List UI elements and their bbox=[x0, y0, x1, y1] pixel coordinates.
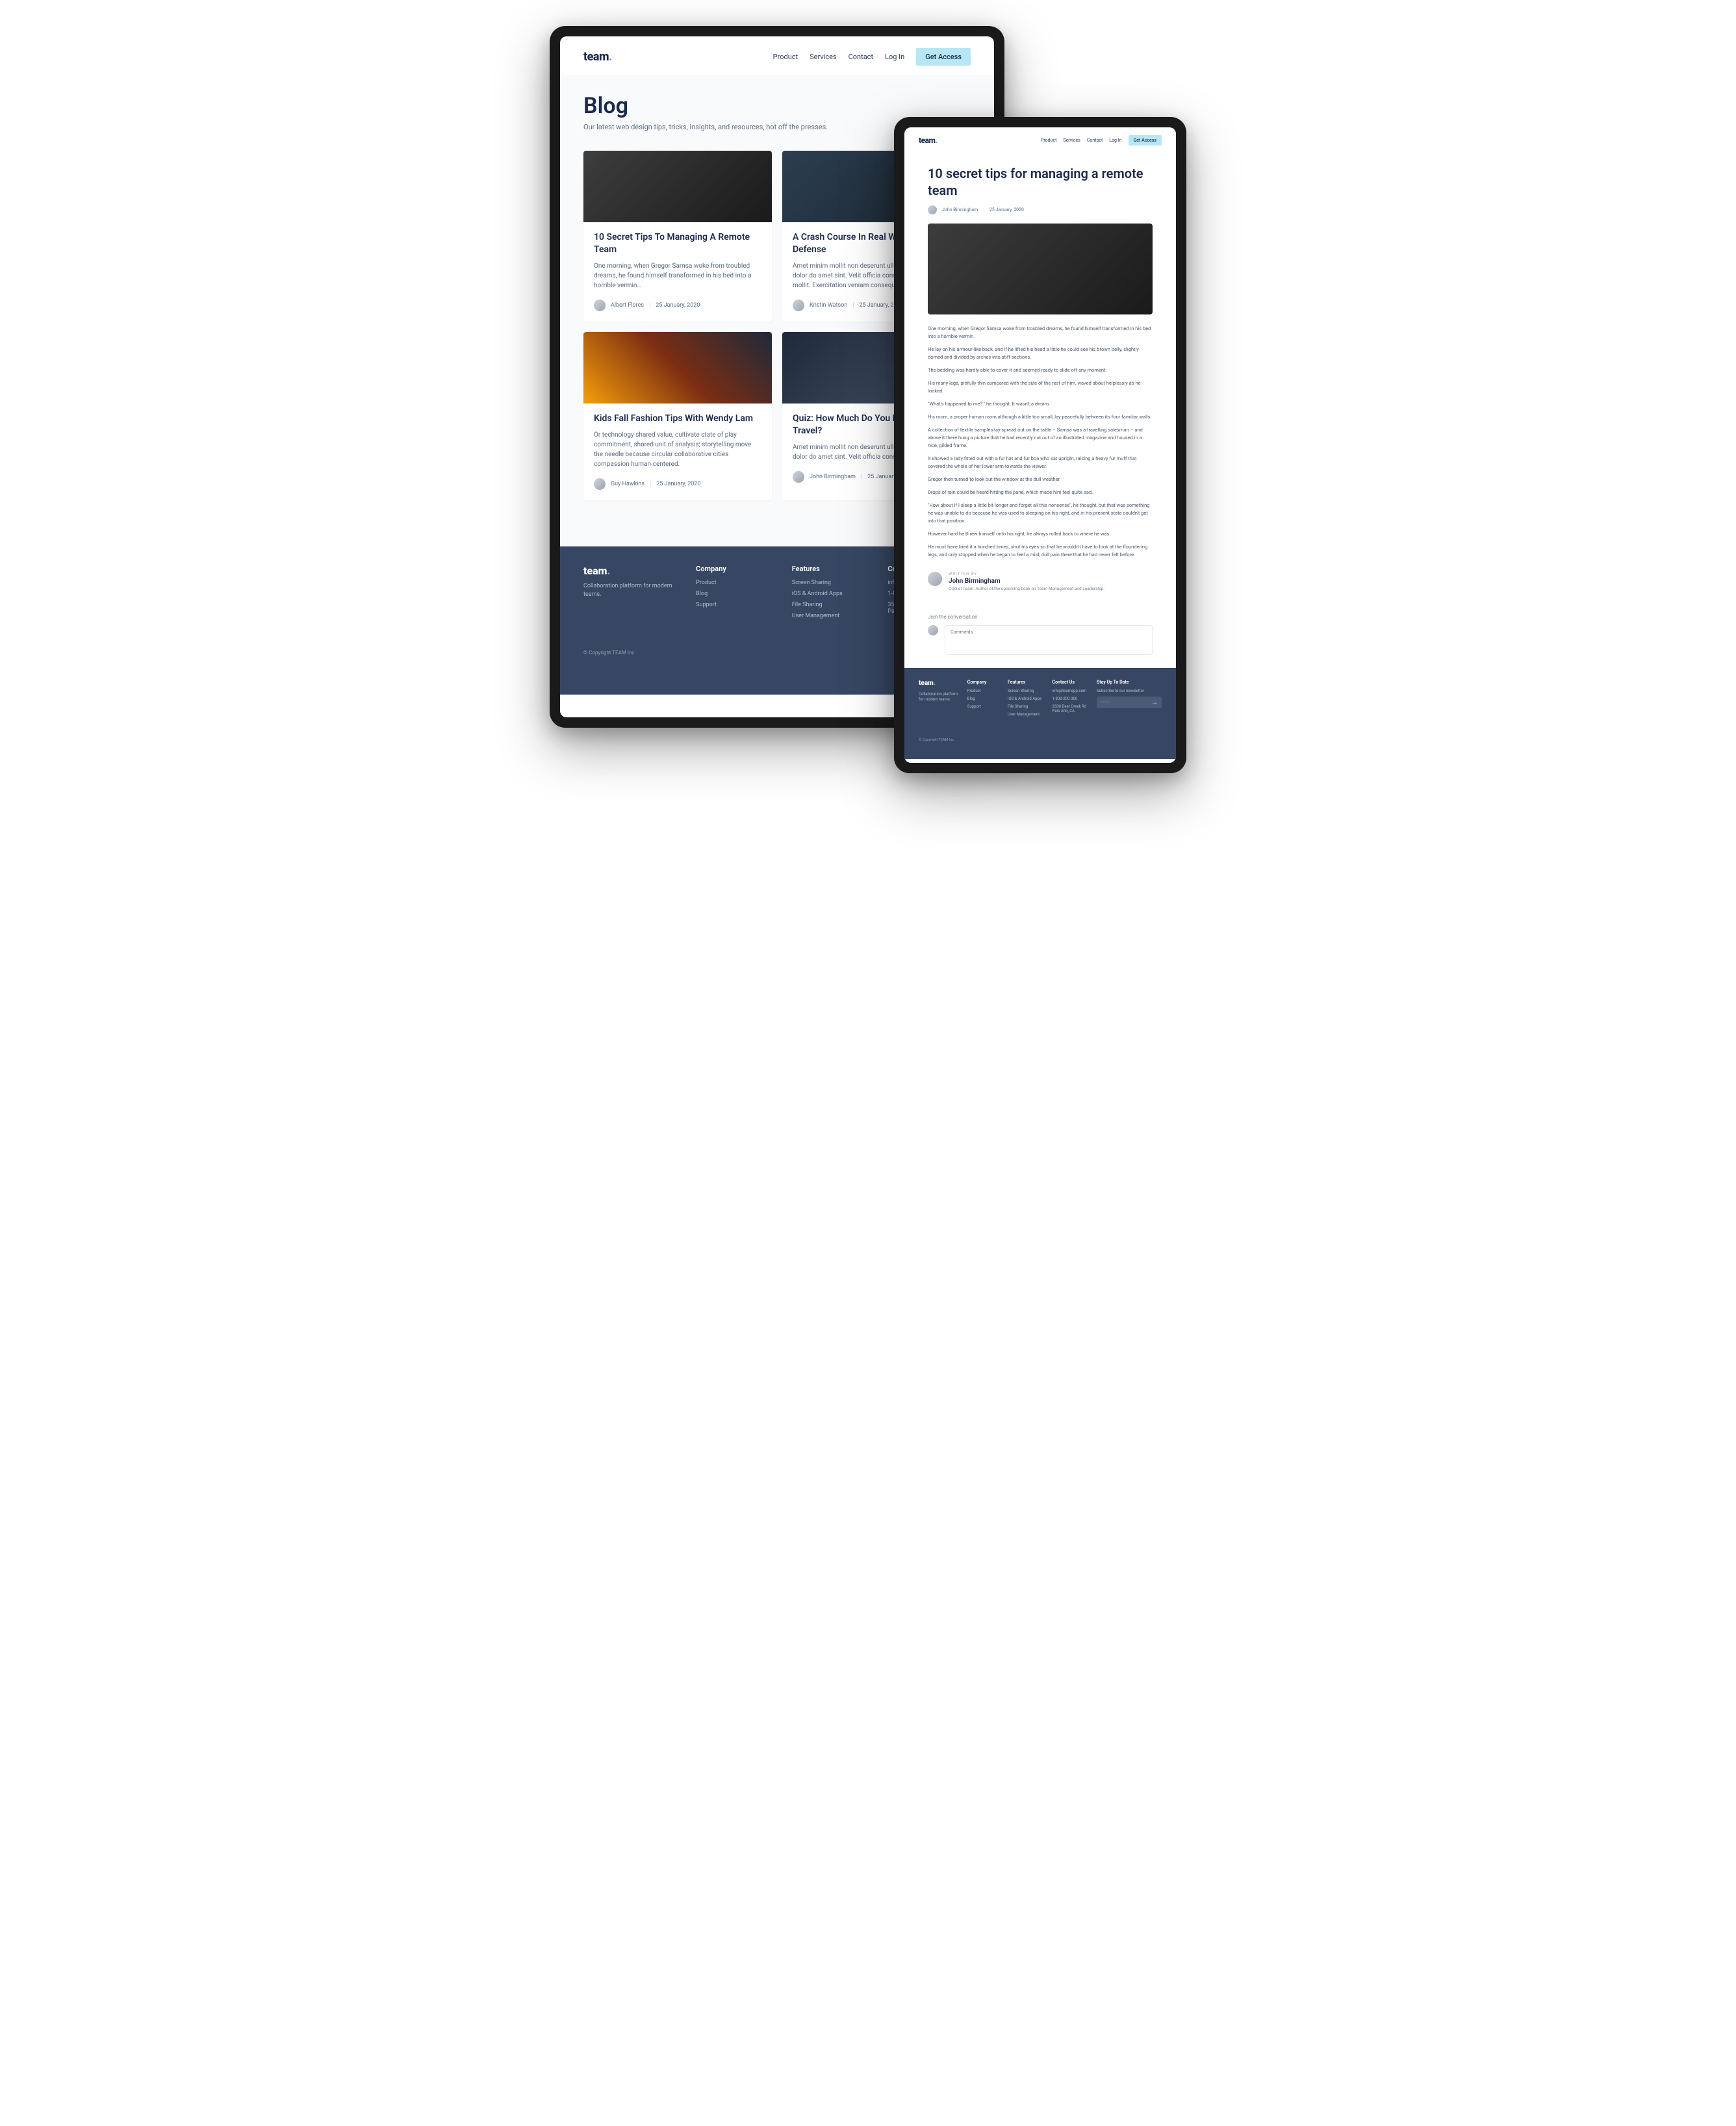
author-bio: COO at Team. Author of the upcoming book… bbox=[949, 586, 1104, 592]
footer: team. Collaboration platform for modern … bbox=[904, 668, 1176, 759]
card-date: 25 January, 2020 bbox=[656, 481, 700, 487]
arrow-right-icon[interactable]: → bbox=[1151, 699, 1158, 706]
nav: Product Services Contact Log In Get Acce… bbox=[1041, 135, 1162, 146]
footer-tagline: Collaboration platform for modern teams. bbox=[583, 582, 683, 600]
footer-contact-address: 3500 Deer Creek Rd Palo Alto, CA bbox=[1053, 704, 1090, 713]
comments-label: Join the conversation bbox=[928, 614, 1153, 620]
nav-services[interactable]: Services bbox=[810, 53, 836, 61]
card-author: Kristin Watson bbox=[810, 302, 847, 309]
footer-link[interactable]: Product bbox=[696, 580, 779, 586]
article-author: John Birmingham bbox=[942, 207, 978, 212]
article-hero-image bbox=[928, 224, 1153, 314]
page-title: Blog bbox=[583, 93, 971, 119]
footer-newsletter-label: Subscribe to our newsletter bbox=[1097, 689, 1162, 693]
newsletter-email-input[interactable] bbox=[1101, 700, 1151, 704]
nav: Product Services Contact Log In Get Acce… bbox=[773, 48, 971, 66]
article-title: 10 secret tips for managing a remote tea… bbox=[928, 165, 1153, 199]
author-name: John Birmingham bbox=[949, 578, 1104, 585]
nav-product[interactable]: Product bbox=[773, 53, 798, 61]
avatar bbox=[928, 572, 942, 586]
avatar bbox=[928, 625, 938, 635]
card-excerpt: One morning, when Gregor Samsa woke from… bbox=[594, 261, 761, 290]
card-author: Albert Flores bbox=[611, 302, 644, 309]
footer-link[interactable]: Screen Sharing bbox=[1008, 689, 1045, 693]
card-date: 25 January, 2020 bbox=[656, 302, 700, 309]
footer-head-features: Features bbox=[792, 565, 875, 573]
get-access-button[interactable]: Get Access bbox=[1129, 135, 1162, 146]
get-access-button[interactable]: Get Access bbox=[916, 48, 971, 66]
tablet-article: team. Product Services Contact Log In Ge… bbox=[894, 117, 1186, 773]
avatar bbox=[793, 471, 804, 483]
card-image bbox=[583, 151, 772, 222]
nav-services[interactable]: Services bbox=[1063, 138, 1080, 143]
nav-login[interactable]: Log In bbox=[885, 53, 904, 61]
card-image bbox=[583, 332, 772, 403]
written-by-label: WRITTEN BY bbox=[949, 572, 1104, 576]
footer-link[interactable]: Blog bbox=[967, 697, 1000, 701]
footer-link[interactable]: iOS & Android Apps bbox=[1008, 697, 1045, 701]
footer-link[interactable]: Screen Sharing bbox=[792, 580, 875, 586]
avatar bbox=[928, 205, 937, 214]
footer-contact-phone[interactable]: 1-800-200-300 bbox=[1053, 697, 1090, 701]
article-body: One morning, when Gregor Samsa woke from… bbox=[928, 325, 1153, 559]
footer-logo: team. bbox=[583, 565, 683, 577]
footer-copyright: © Copyright TEAM Inc. bbox=[919, 738, 1162, 742]
blog-card[interactable]: 10 Secret Tips To Managing A Remote Team… bbox=[583, 151, 772, 322]
article-date: 25 January, 2020 bbox=[989, 207, 1024, 212]
footer-head-features: Features bbox=[1008, 680, 1045, 685]
footer-tagline: Collaboration platform for modern teams. bbox=[919, 692, 960, 703]
footer-link[interactable]: File Sharing bbox=[1008, 704, 1045, 709]
comment-input[interactable] bbox=[945, 625, 1153, 655]
footer-link[interactable]: iOS & Android Apps bbox=[792, 591, 875, 597]
footer-link[interactable]: Support bbox=[696, 602, 779, 608]
card-title: 10 Secret Tips To Managing A Remote Team bbox=[594, 231, 761, 256]
card-author: Guy Hawkins bbox=[611, 481, 645, 487]
logo[interactable]: team. bbox=[919, 136, 937, 145]
nav-login[interactable]: Log In bbox=[1109, 138, 1121, 143]
logo[interactable]: team. bbox=[583, 50, 612, 64]
newsletter-form: → bbox=[1097, 697, 1162, 708]
footer-link[interactable]: Support bbox=[967, 704, 1000, 709]
header: team. Product Services Contact Log In Ge… bbox=[560, 36, 994, 75]
footer-head-company: Company bbox=[696, 565, 779, 573]
comments-section: Join the conversation bbox=[904, 605, 1176, 668]
footer-contact-email[interactable]: info@teamapp.com bbox=[1053, 689, 1090, 693]
avatar bbox=[594, 478, 606, 490]
card-author: John Birmingham bbox=[810, 474, 856, 480]
footer-head-stayuptodate: Stay Up To Date bbox=[1097, 680, 1162, 685]
footer-link[interactable]: User Management bbox=[792, 613, 875, 619]
blog-card[interactable]: Kids Fall Fashion Tips With Wendy Lam Or… bbox=[583, 332, 772, 500]
footer-link[interactable]: Product bbox=[967, 689, 1000, 693]
avatar bbox=[793, 300, 804, 311]
footer-head-company: Company bbox=[967, 680, 1000, 685]
card-title: Kids Fall Fashion Tips With Wendy Lam bbox=[594, 413, 761, 425]
header: team. Product Services Contact Log In Ge… bbox=[904, 127, 1176, 152]
footer-link[interactable]: Blog bbox=[696, 591, 779, 597]
nav-product[interactable]: Product bbox=[1041, 138, 1056, 143]
footer-link[interactable]: User Management bbox=[1008, 712, 1045, 717]
footer-head-contact: Contact Us bbox=[1053, 680, 1090, 685]
author-box: WRITTEN BY John Birmingham COO at Team. … bbox=[928, 572, 1153, 592]
footer-logo: team. bbox=[919, 680, 960, 687]
card-excerpt: Or technology shared value, cultivate st… bbox=[594, 430, 761, 469]
footer-link[interactable]: File Sharing bbox=[792, 602, 875, 608]
avatar bbox=[594, 300, 606, 311]
nav-contact[interactable]: Contact bbox=[849, 53, 873, 61]
nav-contact[interactable]: Contact bbox=[1087, 138, 1103, 143]
